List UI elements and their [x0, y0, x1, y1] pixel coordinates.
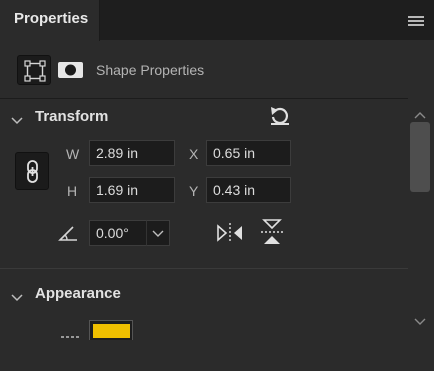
- flip-horizontal-icon[interactable]: [216, 221, 244, 245]
- hamburger-menu-icon[interactable]: [408, 16, 424, 27]
- section-divider: [0, 98, 408, 99]
- height-field[interactable]: 1.69 in: [89, 177, 175, 203]
- angle-icon: [58, 224, 80, 242]
- scroll-down-chevron-icon[interactable]: [414, 313, 426, 325]
- scroll-up-chevron-icon[interactable]: [414, 106, 426, 119]
- transform-collapse-chevron-icon[interactable]: [11, 112, 23, 125]
- transform-title[interactable]: Transform: [35, 108, 108, 125]
- fill-color-swatch[interactable]: [93, 324, 130, 338]
- constrain-proportions-link-icon[interactable]: [15, 152, 49, 190]
- mask-icon[interactable]: [54, 55, 88, 85]
- x-label: X: [189, 146, 199, 162]
- height-label: H: [67, 183, 78, 199]
- width-field[interactable]: 2.89 in: [89, 140, 175, 166]
- flip-vertical-icon[interactable]: [259, 218, 285, 246]
- angle-field[interactable]: 0.00°: [89, 220, 147, 246]
- reset-rotate-icon[interactable]: [268, 105, 292, 127]
- shape-properties-label: Shape Properties: [96, 62, 205, 78]
- bounding-box-icon[interactable]: [17, 55, 51, 85]
- angle-dropdown-chevron-icon[interactable]: [146, 220, 170, 246]
- width-label: W: [66, 146, 80, 162]
- y-label: Y: [189, 183, 199, 199]
- appearance-collapse-chevron-icon[interactable]: [11, 289, 23, 302]
- x-position-field[interactable]: 0.65 in: [206, 140, 291, 166]
- scrollbar-thumb[interactable]: [410, 122, 430, 192]
- tab-properties[interactable]: Properties: [0, 0, 100, 41]
- panel-clip-area: [0, 340, 408, 371]
- tab-properties-label: Properties: [14, 10, 89, 27]
- section-divider: [0, 268, 408, 269]
- fill-icon: [61, 327, 81, 338]
- y-position-field[interactable]: 0.43 in: [206, 177, 291, 203]
- appearance-title[interactable]: Appearance: [35, 285, 121, 302]
